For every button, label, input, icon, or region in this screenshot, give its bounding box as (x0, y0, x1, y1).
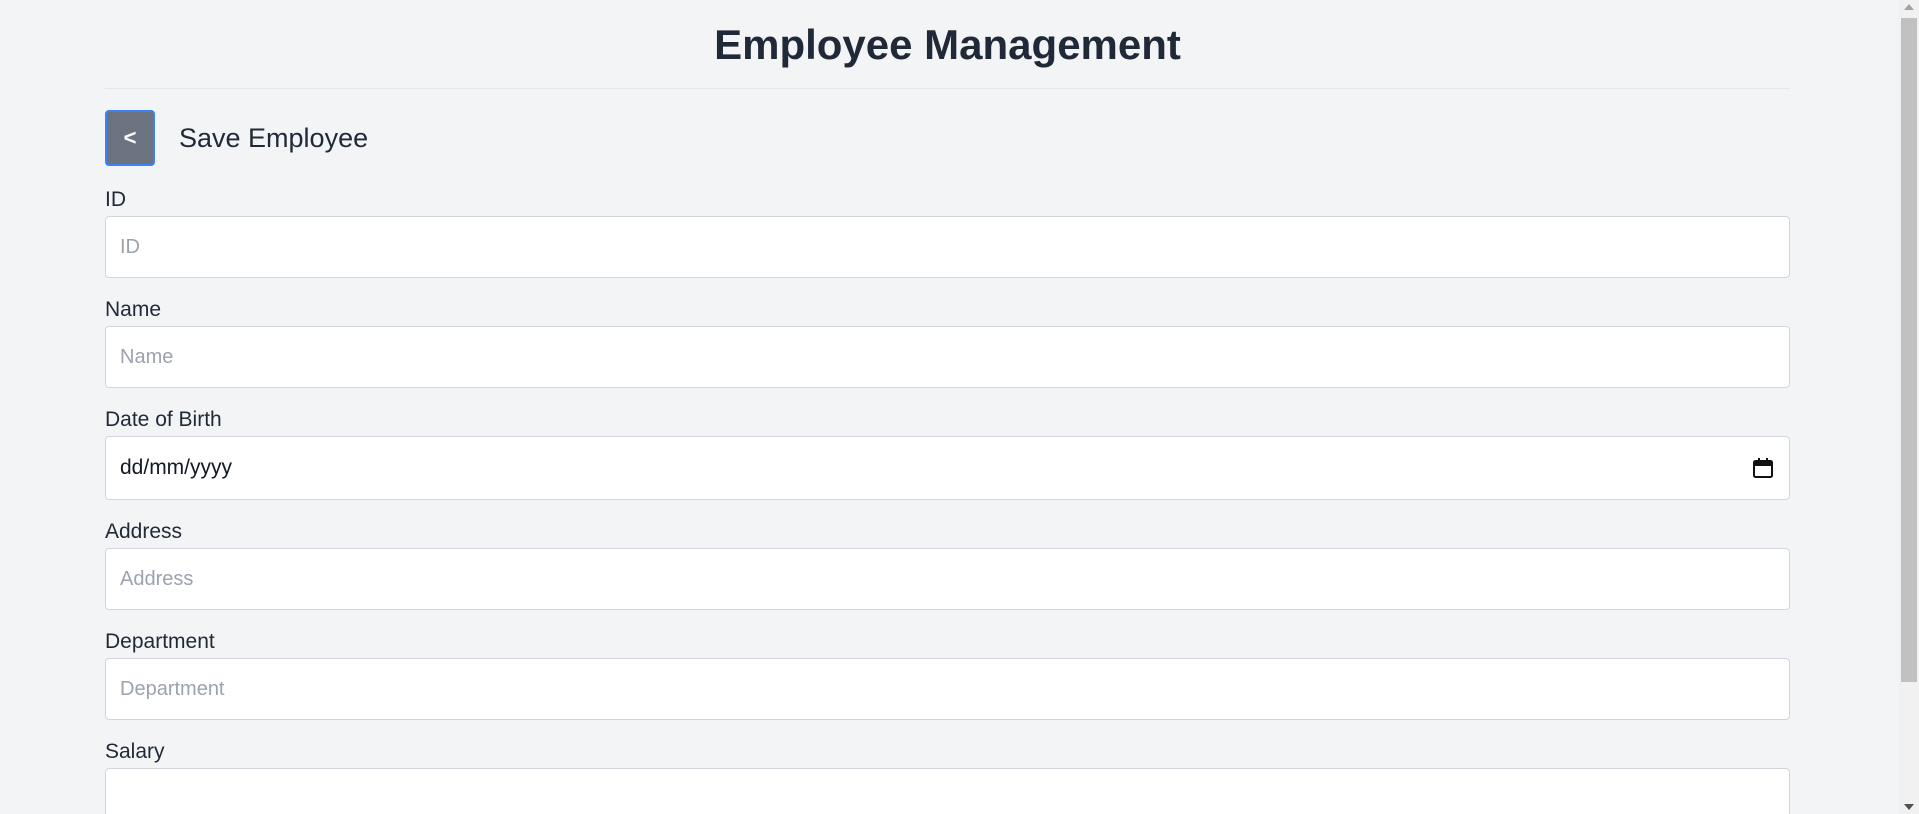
name-input[interactable] (105, 326, 1790, 388)
main-content: Employee Management < Save Employee ID N… (105, 0, 1790, 814)
scroll-up-arrow-icon[interactable] (1904, 4, 1914, 10)
dob-value: dd/mm/yyyy (120, 456, 233, 479)
section-title: Save Employee (179, 122, 369, 153)
dob-field-group: Date of Birth dd/mm/yyyy (105, 408, 1790, 500)
address-input[interactable] (105, 548, 1790, 610)
salary-label: Salary (105, 740, 165, 763)
department-label: Department (105, 630, 215, 653)
scrollbar-thumb[interactable] (1901, 18, 1917, 682)
id-field-group: ID (105, 188, 1790, 278)
salary-field-group: Salary (105, 740, 1790, 814)
form-header: < Save Employee (105, 110, 1790, 166)
name-field-group: Name (105, 298, 1790, 388)
salary-input[interactable] (105, 768, 1790, 814)
calendar-icon[interactable] (1751, 456, 1775, 480)
address-field-group: Address (105, 520, 1790, 610)
name-label: Name (105, 298, 162, 321)
department-field-group: Department (105, 630, 1790, 720)
id-input[interactable] (105, 216, 1790, 278)
address-label: Address (105, 520, 183, 543)
department-input[interactable] (105, 658, 1790, 720)
vertical-scrollbar[interactable] (1899, 0, 1919, 814)
dob-input[interactable]: dd/mm/yyyy (105, 436, 1790, 500)
page-title: Employee Management (105, 0, 1790, 89)
dob-label: Date of Birth (105, 408, 222, 431)
id-label: ID (105, 188, 126, 211)
scroll-down-arrow-icon[interactable] (1904, 804, 1914, 810)
back-button[interactable]: < (105, 110, 155, 166)
page: Employee Management < Save Employee ID N… (0, 0, 1919, 814)
